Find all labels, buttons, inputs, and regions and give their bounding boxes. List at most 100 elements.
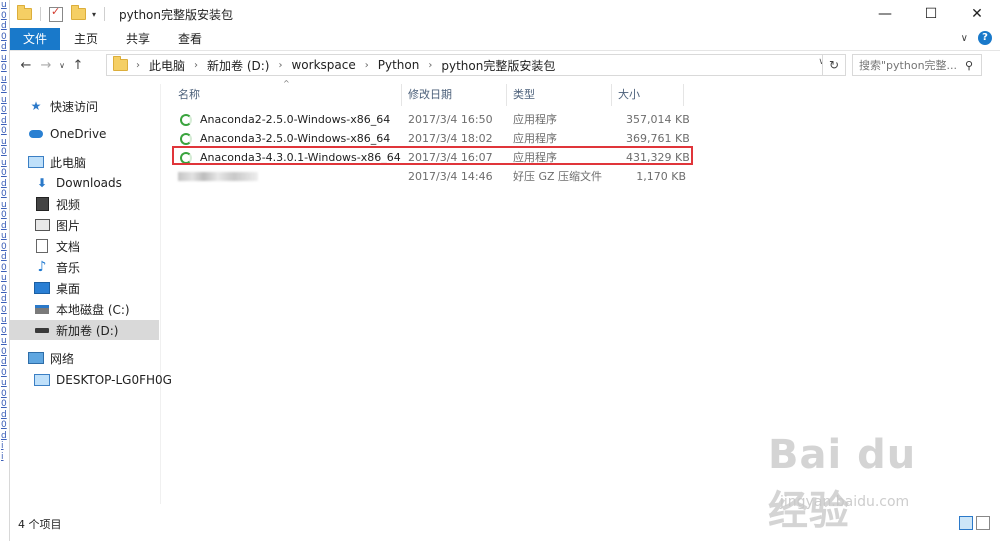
computer-icon: [28, 155, 44, 169]
up-arrow-icon[interactable]: ↑: [68, 58, 88, 73]
close-button[interactable]: ✕: [954, 0, 1000, 28]
file-date: 2017/3/4 14:46: [408, 170, 493, 183]
address-bar[interactable]: › 此电脑 › 新加卷 (D:) › workspace › Python › …: [106, 54, 830, 76]
column-header-date[interactable]: 修改日期: [402, 84, 507, 106]
background-link-glyph: 0: [1, 346, 7, 357]
background-link-glyph: u: [1, 378, 7, 388]
nav-item-network[interactable]: 网络: [28, 348, 74, 368]
background-link-glyph: 0: [1, 283, 7, 294]
file-name-cell: Anaconda2-2.5.0-Windows-x86_64: [172, 110, 390, 129]
column-header-name[interactable]: 名称: [172, 84, 402, 106]
file-type: 好压 GZ 压缩文件: [513, 170, 603, 183]
nav-item-label: 新加卷 (D:): [56, 323, 119, 338]
chevron-right-icon[interactable]: ›: [428, 60, 432, 71]
file-row[interactable]: Anaconda2-2.5.0-Windows-x86_64 2017/3/4 …: [172, 110, 692, 129]
column-header-size[interactable]: 大小: [612, 84, 684, 106]
tab-file[interactable]: 文件: [10, 28, 61, 50]
background-link-glyph: 0: [1, 262, 7, 273]
file-name: Anaconda2-2.5.0-Windows-x86_64: [200, 113, 391, 126]
ribbon-tabs: 文件 主页 共享 查看 ∨ ?: [10, 28, 1000, 51]
file-explorer-window: ▾ python完整版安装包 — ☐ ✕ 文件 主页 共享 查看 ∨ ? ← →…: [10, 0, 1000, 541]
background-link-glyph: 0: [1, 420, 7, 430]
nav-item-pictures[interactable]: 图片: [34, 215, 80, 235]
background-link-glyph: u: [1, 157, 7, 168]
blurred-file-name: [178, 172, 258, 181]
toolbar-divider: [40, 7, 41, 21]
nav-item-desktop[interactable]: 桌面: [34, 278, 80, 298]
chevron-right-icon[interactable]: ›: [278, 60, 282, 71]
folder-icon: [113, 56, 128, 71]
breadcrumb-python[interactable]: Python: [378, 58, 420, 72]
nav-item-this-pc[interactable]: 此电脑: [28, 152, 86, 172]
forward-arrow-icon[interactable]: →: [36, 58, 56, 73]
background-link-glyph: d: [1, 178, 7, 189]
chevron-right-icon[interactable]: ›: [365, 60, 369, 71]
nav-item-label: 桌面: [56, 281, 81, 296]
nav-item-desktop-pc[interactable]: DESKTOP-LG0FH0G: [34, 370, 172, 390]
baidu-watermark: Bai du 经验 jingyan.baidu.com: [768, 430, 958, 534]
expand-ribbon-icon[interactable]: ∨: [961, 33, 968, 44]
background-link-glyph: 0: [1, 168, 7, 178]
breadcrumb-this-pc[interactable]: 此电脑: [149, 57, 185, 74]
refresh-button[interactable]: ↻: [822, 54, 846, 76]
nav-item-label: 网络: [50, 351, 75, 366]
background-link-glyph: d: [1, 220, 7, 231]
background-link-glyph: u: [1, 199, 7, 210]
nav-item-drive-d[interactable]: 新加卷 (D:): [10, 320, 159, 340]
nav-item-quick-access[interactable]: ★ 快速访问: [28, 96, 98, 116]
minimize-button[interactable]: —: [862, 0, 908, 28]
maximize-button[interactable]: ☐: [908, 0, 954, 28]
background-link-glyph: u: [1, 315, 7, 325]
file-date: 2017/3/4 16:50: [408, 113, 493, 126]
column-header-type[interactable]: 类型: [507, 84, 612, 106]
search-box[interactable]: ⚲: [852, 54, 982, 76]
status-bar: 4 个项目: [10, 510, 1000, 538]
chevron-right-icon[interactable]: ›: [194, 60, 198, 71]
background-link-glyph: d: [1, 294, 7, 304]
customize-toolbar-dropdown-icon[interactable]: ▾: [92, 10, 96, 19]
details-view-icon[interactable]: [959, 516, 973, 530]
star-icon: ★: [30, 99, 42, 113]
background-link-glyph: u: [1, 336, 7, 346]
highlight-box: [172, 146, 693, 165]
breadcrumb-current-folder[interactable]: python完整版安装包: [441, 57, 555, 74]
nav-item-downloads[interactable]: ⬇ Downloads: [34, 173, 122, 193]
tab-share[interactable]: 共享: [112, 28, 164, 50]
background-link-glyph: d: [1, 42, 7, 52]
window-title: python完整版安装包: [119, 7, 233, 22]
background-link-glyph: 0: [1, 189, 7, 199]
nav-item-label: 音乐: [56, 260, 81, 275]
nav-item-music[interactable]: ♪ 音乐: [34, 257, 80, 277]
properties-icon[interactable]: [49, 5, 63, 22]
background-link-glyph: 0: [1, 147, 7, 157]
chevron-right-icon[interactable]: ›: [136, 60, 140, 71]
breadcrumb-workspace[interactable]: workspace: [291, 58, 355, 72]
background-link-glyph: 0: [1, 63, 7, 73]
background-link-glyph: 0: [1, 399, 7, 409]
back-arrow-icon[interactable]: ←: [16, 58, 36, 73]
search-input[interactable]: [853, 57, 965, 73]
new-folder-icon[interactable]: [71, 5, 86, 20]
background-link-glyph: u: [1, 94, 7, 105]
tab-view[interactable]: 查看: [164, 28, 216, 50]
nav-item-onedrive[interactable]: OneDrive: [28, 124, 106, 144]
nav-item-videos[interactable]: 视频: [34, 194, 80, 214]
breadcrumb-drive-d[interactable]: 新加卷 (D:): [207, 57, 269, 74]
installer-icon: [180, 113, 192, 126]
recent-locations-icon[interactable]: ∨: [56, 61, 68, 70]
tab-home[interactable]: 主页: [60, 28, 112, 50]
help-icon[interactable]: ?: [978, 31, 992, 45]
nav-item-label: OneDrive: [50, 127, 107, 141]
computer-icon: [34, 373, 50, 387]
background-link-glyph: 0: [1, 388, 7, 399]
nav-item-label: 图片: [56, 218, 81, 233]
background-link-glyph: 0: [1, 10, 7, 21]
window-controls: — ☐ ✕: [862, 0, 1000, 28]
background-link-glyph: d: [1, 252, 7, 262]
item-count: 4 个项目: [18, 518, 62, 531]
search-icon[interactable]: ⚲: [965, 59, 973, 72]
large-icons-view-icon[interactable]: [976, 516, 990, 530]
nav-item-local-disk-c[interactable]: 本地磁盘 (C:): [34, 299, 130, 319]
file-row[interactable]: 2017/3/4 14:46 好压 GZ 压缩文件 1,170 KB: [172, 167, 692, 186]
nav-item-documents[interactable]: 文档: [34, 236, 80, 256]
